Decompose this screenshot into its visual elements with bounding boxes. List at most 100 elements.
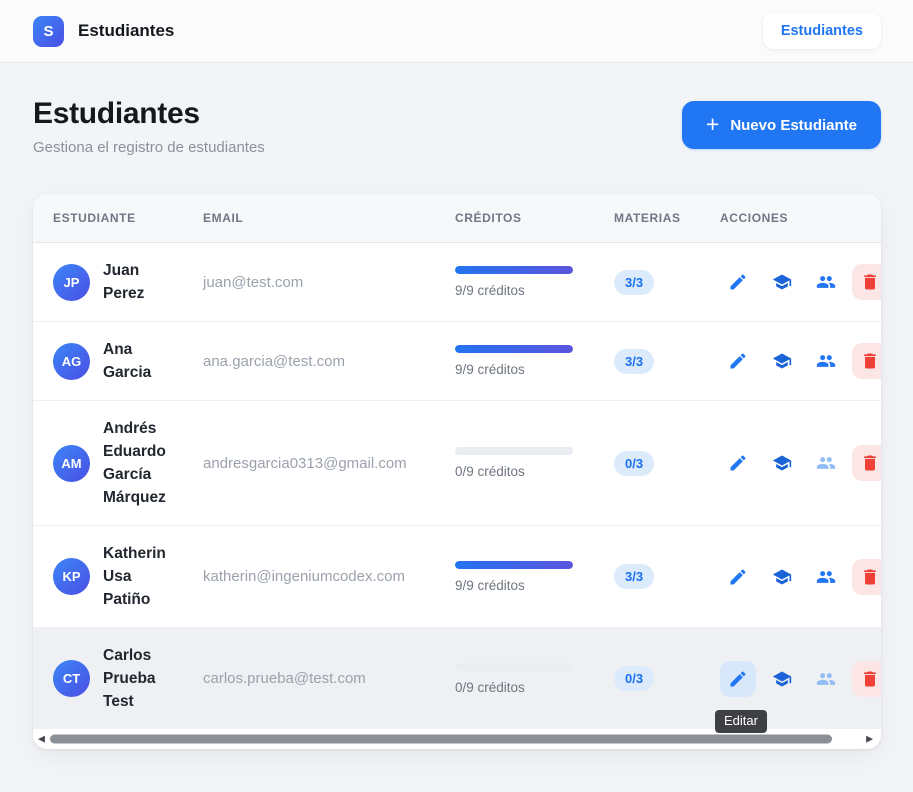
avatar: JP [53, 263, 90, 301]
credits-progress-fill [455, 560, 573, 569]
edit-tooltip: Editar [715, 710, 767, 733]
materias-badge: 3/3 [614, 348, 655, 374]
student-email: andresgarcia0313@gmail.com [203, 454, 407, 472]
scroll-right-arrow-icon[interactable]: ▶ [866, 734, 873, 744]
credits-label: 9/9 créditos [455, 362, 525, 377]
subjects-button[interactable] [764, 264, 800, 300]
credits-progress-fill [455, 266, 573, 274]
brand: S Estudiantes [33, 15, 175, 47]
credits-label: 9/9 créditos [455, 283, 525, 298]
scrollbar-thumb[interactable] [50, 734, 832, 744]
top-bar: S Estudiantes Estudiantes [0, 0, 913, 63]
edit-button[interactable] [720, 445, 756, 481]
column-header-creditos: CRÉDITOS [455, 194, 614, 243]
scroll-left-arrow-icon[interactable]: ◀ [38, 734, 45, 744]
plus-icon: + [705, 110, 720, 137]
avatar: AM [53, 444, 90, 482]
students-table-card: ESTUDIANTE EMAIL CRÉDITOS MATERIAS ACCIO… [33, 194, 881, 749]
column-header-materias: MATERIAS [614, 194, 720, 243]
delete-button[interactable] [852, 660, 881, 697]
subjects-button[interactable] [764, 661, 800, 697]
groups-button[interactable] [808, 343, 844, 379]
groups-button[interactable] [808, 661, 844, 697]
pencil-icon [728, 351, 748, 371]
credits-label: 0/9 créditos [455, 679, 525, 695]
graduation-cap-icon [772, 669, 792, 689]
table-row: AM Andrés Eduardo García Márquez andresg… [33, 400, 881, 526]
materias-badge: 3/3 [614, 269, 655, 295]
trash-icon [860, 351, 880, 371]
trash-icon [860, 669, 880, 689]
avatar: AG [53, 342, 90, 380]
page-title: Estudiantes [33, 97, 200, 130]
edit-button[interactable] [720, 660, 756, 697]
student-email: katherin@ingeniumcodex.com [203, 568, 405, 585]
delete-button[interactable] [852, 558, 881, 595]
students-table: ESTUDIANTE EMAIL CRÉDITOS MATERIAS ACCIO… [33, 194, 881, 729]
edit-button[interactable] [720, 343, 756, 379]
pencil-icon [728, 669, 748, 689]
column-header-email: EMAIL [203, 194, 455, 243]
graduation-cap-icon [772, 351, 792, 371]
credits-progressbar [455, 662, 573, 671]
page-subtitle: Gestiona el registro de estudiantes [33, 139, 265, 156]
student-name: Juan Perez [103, 262, 145, 302]
groups-button[interactable] [808, 445, 844, 481]
column-header-acciones: ACCIONES [720, 194, 881, 243]
nav-estudiantes-button[interactable]: Estudiantes [762, 13, 881, 49]
column-header-estudiante: ESTUDIANTE [33, 194, 203, 243]
trash-icon [860, 453, 880, 473]
avatar: CT [53, 660, 90, 697]
new-student-button[interactable]: + Nuevo Estudiante [681, 101, 881, 149]
materias-badge: 0/3 [614, 450, 655, 476]
people-icon [816, 351, 836, 371]
table-scroll-area: ESTUDIANTE EMAIL CRÉDITOS MATERIAS ACCIO… [33, 194, 881, 729]
app-logo: S [33, 15, 64, 47]
materias-badge: 0/3 [614, 666, 655, 691]
edit-button[interactable] [720, 559, 756, 595]
table-row: AG Ana Garcia ana.garcia@test.com 9/9 cr… [33, 321, 881, 401]
credits-label: 9/9 créditos [455, 577, 525, 593]
table-row: KP Katherin Usa Patiño katherin@ingenium… [33, 525, 881, 628]
student-email: ana.garcia@test.com [203, 352, 345, 370]
people-icon [816, 669, 836, 689]
table-row: JP Juan Perez juan@test.com 9/9 créditos… [33, 242, 881, 322]
student-name: Katherin Usa Patiño [103, 545, 166, 608]
people-icon [816, 272, 836, 292]
avatar: KP [53, 558, 90, 595]
pencil-icon [728, 453, 748, 473]
new-student-button-label: Nuevo Estudiante [730, 116, 857, 134]
groups-button[interactable] [808, 559, 844, 595]
student-name: Carlos Prueba Test [103, 647, 156, 710]
groups-button[interactable] [808, 264, 844, 300]
table-body: JP Juan Perez juan@test.com 9/9 créditos… [33, 242, 881, 729]
credits-progressbar [455, 447, 573, 455]
subjects-button[interactable] [764, 445, 800, 481]
materias-badge: 3/3 [614, 564, 655, 589]
delete-button[interactable] [852, 264, 881, 300]
people-icon [816, 453, 836, 473]
page-head: Estudiantes Gestiona el registro de estu… [33, 97, 881, 156]
pencil-icon [728, 567, 748, 587]
graduation-cap-icon [772, 453, 792, 473]
main-content: Estudiantes Gestiona el registro de estu… [0, 97, 913, 749]
subjects-button[interactable] [764, 343, 800, 379]
student-email: carlos.prueba@test.com [203, 670, 366, 687]
credits-progress-fill [455, 345, 573, 353]
trash-icon [860, 272, 880, 292]
edit-button[interactable] [720, 264, 756, 300]
trash-icon [860, 567, 880, 587]
graduation-cap-icon [772, 272, 792, 292]
delete-button[interactable] [852, 445, 881, 481]
student-name: Andrés Eduardo García Márquez [103, 420, 166, 506]
app-title: Estudiantes [78, 21, 175, 40]
delete-button[interactable] [852, 343, 881, 379]
student-email: juan@test.com [203, 273, 304, 291]
graduation-cap-icon [772, 567, 792, 587]
credits-progressbar [455, 266, 573, 274]
credits-progressbar [455, 345, 573, 353]
student-name: Ana Garcia [103, 341, 152, 381]
table-header-row: ESTUDIANTE EMAIL CRÉDITOS MATERIAS ACCIO… [33, 194, 881, 243]
credits-progressbar [455, 560, 573, 569]
subjects-button[interactable] [764, 559, 800, 595]
